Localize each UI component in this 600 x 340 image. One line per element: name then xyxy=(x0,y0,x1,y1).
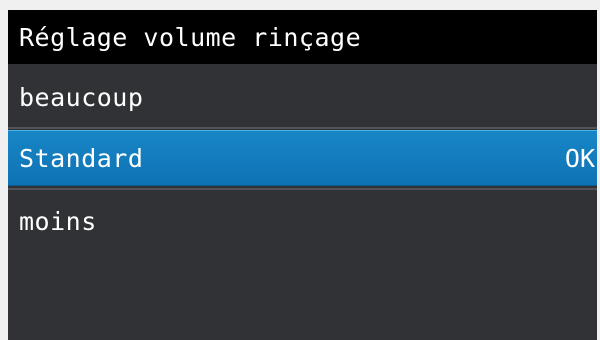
lcd-screen: Réglage volume rinçage beaucoup Standard… xyxy=(8,10,597,340)
menu-item-label: moins xyxy=(19,206,97,236)
menu-item-beaucoup[interactable]: beaucoup xyxy=(8,68,597,126)
menu-item-moins[interactable]: moins xyxy=(8,192,597,250)
screen-title: Réglage volume rinçage xyxy=(19,22,362,52)
menu-divider xyxy=(8,127,597,129)
menu-item-standard[interactable]: Standard OK xyxy=(8,130,597,186)
selected-ok-tag: OK xyxy=(564,143,595,173)
title-bar: Réglage volume rinçage xyxy=(8,10,597,64)
menu-divider xyxy=(8,188,597,190)
menu-item-label: beaucoup xyxy=(19,82,144,112)
menu-item-label: Standard xyxy=(19,143,144,173)
